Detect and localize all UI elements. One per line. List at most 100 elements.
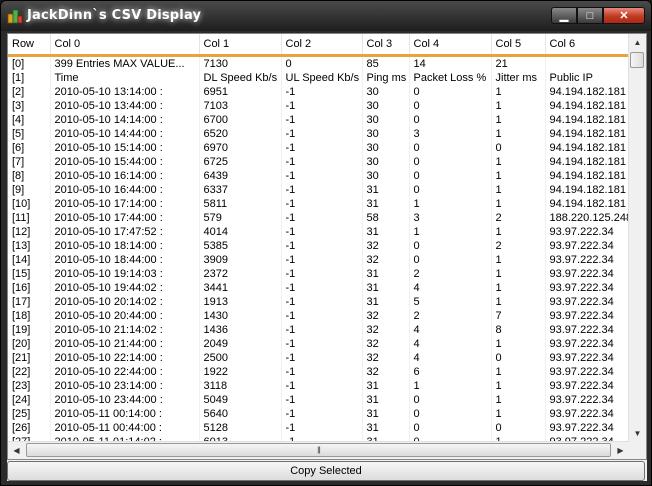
table-row[interactable]: [17] 2010-05-10 20:14:02 :1913 -1 31 5 1 93.97… — [8, 295, 634, 309]
col6-cell: 94.194.182.181 — [545, 183, 634, 197]
table-row[interactable]: [23] 2010-05-10 23:14:00 :3118 -1 31 1 1 93.97… — [8, 379, 634, 393]
col6-cell: 93.97.222.34 — [545, 337, 634, 351]
column-header-col3[interactable]: Col 3 — [362, 34, 410, 57]
minimize-button[interactable]: ▁ — [551, 7, 577, 24]
col6-cell: 93.97.222.34 — [545, 253, 634, 267]
col0-cell: 2010-05-10 21:14:02 : — [50, 323, 200, 337]
horizontal-scroll-thumb[interactable]: ||| — [26, 443, 611, 457]
window-title: JackDinn`s CSV Display — [27, 8, 202, 23]
table-row[interactable]: [22] 2010-05-10 22:44:00 :1922 -1 32 6 1 93.97… — [8, 365, 634, 379]
col3-cell: 32 — [362, 351, 410, 365]
col5-cell: 1 — [491, 295, 546, 309]
col1-cell: 5128 — [199, 421, 282, 435]
col4-cell: 1 — [409, 197, 492, 211]
table-row[interactable]: [26] 2010-05-11 00:44:00 :5128 -1 31 0 0 93.97… — [8, 421, 634, 435]
col2-cell: -1 — [281, 407, 363, 421]
table-row[interactable]: [9] 2010-05-10 16:44:00 :6337 -1 31 0 1 94.194… — [8, 183, 634, 197]
column-header-col0[interactable]: Col 0 — [50, 34, 200, 57]
col3-cell: 31 — [362, 393, 410, 407]
table-row[interactable]: [24] 2010-05-10 23:44:00 :5049 -1 31 0 1 93.97… — [8, 393, 634, 407]
vertical-scrollbar[interactable]: ▲ ▼ — [628, 34, 646, 442]
col2-cell: -1 — [281, 127, 363, 141]
column-header-col6[interactable]: Col 6 — [545, 34, 634, 57]
col3-cell: Ping ms — [362, 71, 410, 85]
col0-cell: 2010-05-10 17:44:00 : — [50, 211, 200, 225]
scroll-up-arrow-icon[interactable]: ▲ — [629, 34, 646, 51]
table-row[interactable]: [6] 2010-05-10 15:14:00 :6970 -1 30 0 0 94.194… — [8, 141, 634, 155]
col6-cell: 93.97.222.34 — [545, 351, 634, 365]
table-row[interactable]: [21] 2010-05-10 22:14:00 :2500 -1 32 4 0 93.97… — [8, 351, 634, 365]
close-button[interactable]: ✕ — [603, 7, 645, 24]
table-row[interactable]: [13] 2010-05-10 18:14:00 :5385 -1 32 0 2 93.97… — [8, 239, 634, 253]
table-row[interactable]: [7] 2010-05-10 15:44:00 :6725 -1 30 0 1 94.194… — [8, 155, 634, 169]
table-row[interactable]: [14] 2010-05-10 18:44:00 :3909 -1 32 0 1 93.97… — [8, 253, 634, 267]
column-header-col5[interactable]: Col 5 — [491, 34, 546, 57]
col0-cell: 2010-05-10 14:44:00 : — [50, 127, 200, 141]
row-index-cell: [23] — [8, 379, 51, 393]
col1-cell: 6520 — [199, 127, 282, 141]
column-header-row[interactable]: Row — [8, 34, 51, 57]
col2-cell: -1 — [281, 379, 363, 393]
col6-cell: 93.97.222.34 — [545, 323, 634, 337]
row-index-cell: [13] — [8, 239, 51, 253]
vertical-scroll-thumb[interactable] — [630, 52, 644, 68]
col5-cell: 1 — [491, 127, 546, 141]
col0-cell: 2010-05-10 19:44:02 : — [50, 281, 200, 295]
copy-selected-button[interactable]: Copy Selected — [7, 461, 645, 481]
table-row[interactable]: [20] 2010-05-10 21:44:00 :2049 -1 32 4 1 93.97… — [8, 337, 634, 351]
maximize-button[interactable]: □ — [577, 7, 603, 24]
table-row[interactable]: [8] 2010-05-10 16:14:00 :6439 -1 30 0 1 94.194… — [8, 169, 634, 183]
col1-cell: DL Speed Kb/s — [199, 71, 282, 85]
column-header-col2[interactable]: Col 2 — [281, 34, 363, 57]
row-index-cell: [24] — [8, 393, 51, 407]
table-row[interactable]: [25] 2010-05-11 00:14:00 :5640 -1 31 0 1 93.97… — [8, 407, 634, 421]
table-row[interactable]: [5] 2010-05-10 14:44:00 :6520 -1 30 3 1 94.194… — [8, 127, 634, 141]
col3-cell: 32 — [362, 365, 410, 379]
col6-cell — [545, 55, 634, 71]
col1-cell: 1922 — [199, 365, 282, 379]
table-row[interactable]: [1] Time DL Speed Kb/s UL Speed Kb/s Ping ms… — [8, 71, 634, 85]
row-index-cell: [1] — [8, 71, 51, 85]
table-row[interactable]: [11] 2010-05-10 17:44:00 :579 -1 58 3 2 188.22… — [8, 211, 634, 225]
col5-cell: 1 — [491, 85, 546, 99]
col2-cell: -1 — [281, 323, 363, 337]
col4-cell: 2 — [409, 267, 492, 281]
table-row[interactable]: [19] 2010-05-10 21:14:02 :1436 -1 32 4 8 93.97… — [8, 323, 634, 337]
col0-cell: 2010-05-10 17:14:00 : — [50, 197, 200, 211]
col1-cell: 2372 — [199, 267, 282, 281]
col5-cell: 1 — [491, 337, 546, 351]
scroll-right-arrow-icon[interactable]: ▶ — [612, 442, 629, 459]
col5-cell: 21 — [491, 55, 546, 71]
table-row[interactable]: [18] 2010-05-10 20:44:00 :1430 -1 32 2 7 93.97… — [8, 309, 634, 323]
col4-cell: 0 — [409, 407, 492, 421]
table-row[interactable]: [10] 2010-05-10 17:14:00 :5811 -1 31 1 1 94.19… — [8, 197, 634, 211]
table-row[interactable]: [16] 2010-05-10 19:44:02 :3441 -1 31 4 1 93.97… — [8, 281, 634, 295]
col4-cell: 0 — [409, 421, 492, 435]
col0-cell: 2010-05-10 16:44:00 : — [50, 183, 200, 197]
table-row[interactable]: [4] 2010-05-10 14:14:00 :6700 -1 30 0 1 94.194… — [8, 113, 634, 127]
table-row[interactable]: [15] 2010-05-10 19:14:03 :2372 -1 31 2 1 93.97… — [8, 267, 634, 281]
title-bar[interactable]: JackDinn`s CSV Display ▁ □ ✕ — [1, 1, 651, 31]
col6-cell: 93.97.222.34 — [545, 267, 634, 281]
scroll-down-arrow-icon[interactable]: ▼ — [629, 425, 646, 442]
column-header-col1[interactable]: Col 1 — [199, 34, 282, 57]
scroll-left-arrow-icon[interactable]: ◀ — [8, 442, 25, 459]
col0-cell: 2010-05-10 15:44:00 : — [50, 155, 200, 169]
row-index-cell: [8] — [8, 169, 51, 183]
row-index-cell: [26] — [8, 421, 51, 435]
col4-cell: 0 — [409, 393, 492, 407]
table-row[interactable]: [0] 399 Entries MAX VALUE... 7130 0 85 14 21 — [8, 55, 634, 71]
col1-cell: 7130 — [199, 55, 282, 71]
col4-cell: 0 — [409, 239, 492, 253]
col0-cell: 2010-05-10 23:44:00 : — [50, 393, 200, 407]
horizontal-scrollbar[interactable]: ◀ ||| ▶ — [8, 441, 629, 459]
column-header-col4[interactable]: Col 4 — [409, 34, 492, 57]
row-index-cell: [3] — [8, 99, 51, 113]
table-row[interactable]: [3] 2010-05-10 13:44:00 :7103 -1 30 0 1 94.194… — [8, 99, 634, 113]
col1-cell: 2049 — [199, 337, 282, 351]
col3-cell: 30 — [362, 155, 410, 169]
table-row[interactable]: [12] 2010-05-10 17:47:52 :4014 -1 31 1 1 93.97… — [8, 225, 634, 239]
table-row[interactable]: [2] 2010-05-10 13:14:00 :6951 -1 30 0 1 94.194… — [8, 85, 634, 99]
col6-cell: 94.194.182.181 — [545, 141, 634, 155]
csv-table-view[interactable]: Row Col 0 Col 1 Col 2 Col 3 Col 4 Col 5 … — [7, 33, 647, 460]
